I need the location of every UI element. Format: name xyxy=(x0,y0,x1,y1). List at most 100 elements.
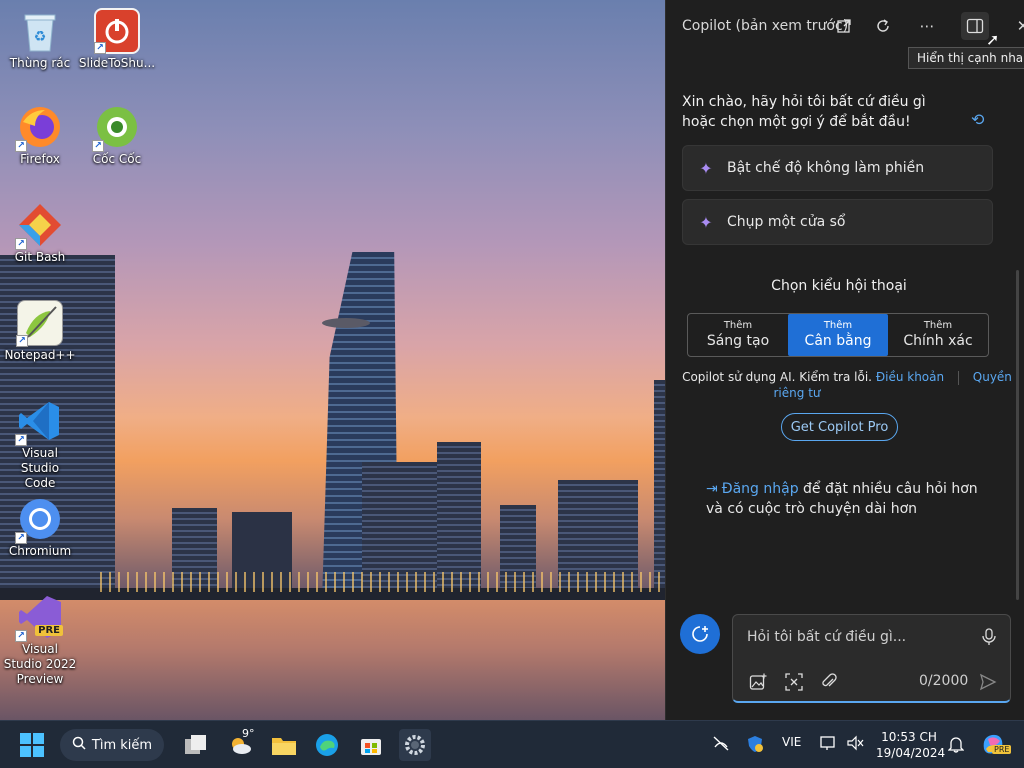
style-label: Cân bằng xyxy=(804,333,872,349)
language-indicator[interactable]: VIE xyxy=(782,735,801,749)
conversation-style-title: Chọn kiểu hội thoại xyxy=(771,278,907,294)
desktop-icon-label: Visual Studio 2022 Preview xyxy=(3,642,77,686)
open-external-icon[interactable] xyxy=(830,12,858,40)
volume-muted-icon[interactable] xyxy=(846,735,864,754)
style-creative[interactable]: Thêm Sáng tạo xyxy=(688,314,788,356)
desktop-icon-recycle-bin[interactable]: ♻ Thùng rác xyxy=(0,8,80,71)
new-chat-icon xyxy=(692,626,708,642)
task-view-icon[interactable] xyxy=(180,729,212,761)
terms-link[interactable]: Điều khoản xyxy=(876,370,944,384)
desktop-icon-notepadpp[interactable]: ↗ Notepad++ xyxy=(0,300,80,363)
copilot-titlebar: Copilot (bản xem trước) ⋯ ✕ ➚ Hiển thị c… xyxy=(666,0,1024,69)
file-explorer-icon[interactable] xyxy=(268,729,300,761)
desktop-icon-slidetoshutdown[interactable]: ↗ SlideToShu... xyxy=(77,8,157,71)
vscode-icon: ↗ xyxy=(15,398,63,446)
ai-notice: Copilot sử dụng AI. Kiểm tra lỗi. Điều k… xyxy=(682,369,1012,401)
river xyxy=(0,600,665,720)
city-lights xyxy=(100,572,660,592)
display-icon[interactable] xyxy=(820,735,838,754)
desktop-icon-label: Notepad++ xyxy=(4,348,76,362)
suggestion-do-not-disturb[interactable]: ✦ Bật chế độ không làm phiền xyxy=(682,145,993,191)
shortcut-arrow-icon: ↗ xyxy=(15,238,27,250)
microphone-icon[interactable] xyxy=(978,626,1000,648)
suggestion-snap-window[interactable]: ✦ Chụp một cửa sổ xyxy=(682,199,993,245)
more-options-icon[interactable]: ⋯ xyxy=(913,12,941,40)
edge-browser-icon[interactable] xyxy=(311,729,343,761)
desktop-wallpaper: ♻ Thùng rác ↗ SlideToShu... ↗ Firefox ↗ … xyxy=(0,0,665,720)
sparkle-icon: ✦ xyxy=(699,212,713,232)
desktop-icon-git-bash[interactable]: ↗ Git Bash xyxy=(0,202,80,265)
suggestion-label: Bật chế độ không làm phiền xyxy=(727,160,925,176)
settings-gear-icon[interactable] xyxy=(399,729,431,761)
svg-text:♻: ♻ xyxy=(34,29,47,45)
desktop-icon-chromium[interactable]: ↗ Chromium xyxy=(0,496,80,559)
divider xyxy=(957,370,959,385)
send-icon[interactable] xyxy=(977,671,999,693)
preview-badge: PRE xyxy=(35,625,63,636)
start-button[interactable] xyxy=(18,729,46,761)
privacy-link-continued[interactable]: riêng tư xyxy=(774,386,821,400)
network-off-icon[interactable] xyxy=(712,735,730,754)
windows-logo-icon xyxy=(20,733,44,757)
system-clock[interactable]: 10:53 CH 19/04/2024 xyxy=(876,729,946,761)
shortcut-arrow-icon: ↗ xyxy=(15,532,27,544)
copilot-pre-badge: PRE xyxy=(992,745,1012,754)
style-balanced[interactable]: Thêm Cân bằng xyxy=(788,314,888,356)
taskbar-search[interactable]: Tìm kiếm xyxy=(60,729,164,761)
notice-text: Copilot sử dụng AI. Kiểm tra lỗi. xyxy=(682,370,872,384)
desktop-icon-label: Thùng rác xyxy=(9,56,71,70)
get-copilot-pro-button[interactable]: Get Copilot Pro xyxy=(781,413,898,441)
style-prefix: Thêm xyxy=(923,320,953,331)
refresh-suggestions-icon[interactable]: ⟲ xyxy=(971,110,984,129)
style-label: Chính xác xyxy=(903,333,973,349)
copilot-taskbar-icon[interactable]: PRE xyxy=(980,731,1012,760)
conversation-style-selector: Thêm Sáng tạo Thêm Cân bằng Thêm Chính x… xyxy=(687,313,989,357)
style-prefix: Thêm xyxy=(823,320,853,331)
side-by-side-icon[interactable] xyxy=(961,12,989,40)
attach-icon[interactable] xyxy=(818,671,840,693)
search-icon xyxy=(72,736,86,754)
screenshot-icon[interactable] xyxy=(783,671,805,693)
chat-input[interactable] xyxy=(747,625,967,649)
sign-in-icon: ⇥ xyxy=(706,481,718,497)
clock-date: 19/04/2024 xyxy=(876,746,946,760)
helipad xyxy=(322,318,370,328)
style-label: Sáng tạo xyxy=(706,333,770,349)
signin-link[interactable]: Đăng nhập xyxy=(722,481,799,497)
style-precise[interactable]: Thêm Chính xác xyxy=(888,314,988,356)
firefox-icon: ↗ xyxy=(15,104,63,152)
privacy-link[interactable]: Quyền xyxy=(973,370,1012,384)
weather-temp: 9° xyxy=(242,727,255,740)
scrollbar[interactable] xyxy=(1016,270,1019,600)
new-topic-button[interactable] xyxy=(680,614,720,654)
shortcut-arrow-icon: ↗ xyxy=(16,335,28,347)
power-icon: ↗ xyxy=(94,8,140,54)
suggestion-label: Chụp một cửa sổ xyxy=(727,214,846,230)
notification-bell-icon[interactable] xyxy=(947,735,965,756)
building xyxy=(654,380,665,592)
shortcut-arrow-icon: ↗ xyxy=(15,630,27,642)
signin-prompt: ⇥ Đăng nhập để đặt nhiều câu hỏi hơn và c… xyxy=(706,479,986,519)
tooltip: Hiển thị cạnh nhau xyxy=(908,47,1024,69)
shortcut-arrow-icon: ↗ xyxy=(15,434,27,446)
shortcut-arrow-icon: ↗ xyxy=(92,140,104,152)
chat-composer: 0/2000 xyxy=(732,614,1011,703)
desktop-icon-firefox[interactable]: ↗ Firefox xyxy=(0,104,80,167)
security-shield-icon[interactable] xyxy=(746,735,764,756)
refresh-icon[interactable] xyxy=(869,12,897,40)
shortcut-arrow-icon: ↗ xyxy=(94,42,106,54)
desktop-icon-visual-studio-preview[interactable]: PRE ↗ Visual Studio 2022 Preview xyxy=(0,594,80,687)
desktop-icon-vscode[interactable]: ↗ Visual Studio Code xyxy=(0,398,80,491)
weather-widget[interactable]: 9° xyxy=(224,727,256,761)
search-label: Tìm kiếm xyxy=(91,737,153,753)
chromium-icon: ↗ xyxy=(15,496,63,544)
notepadpp-icon: ↗ xyxy=(16,300,63,347)
desktop-icon-label: Cốc Cốc xyxy=(92,152,142,166)
desktop-icon-coccoc[interactable]: ↗ Cốc Cốc xyxy=(77,104,157,167)
add-image-icon[interactable] xyxy=(747,671,769,693)
close-icon[interactable]: ✕ xyxy=(1009,12,1024,40)
recycle-bin-icon: ♻ xyxy=(17,8,63,54)
microsoft-store-icon[interactable] xyxy=(355,729,387,761)
character-counter: 0/2000 xyxy=(919,673,969,689)
visual-studio-icon: PRE ↗ xyxy=(15,594,63,642)
